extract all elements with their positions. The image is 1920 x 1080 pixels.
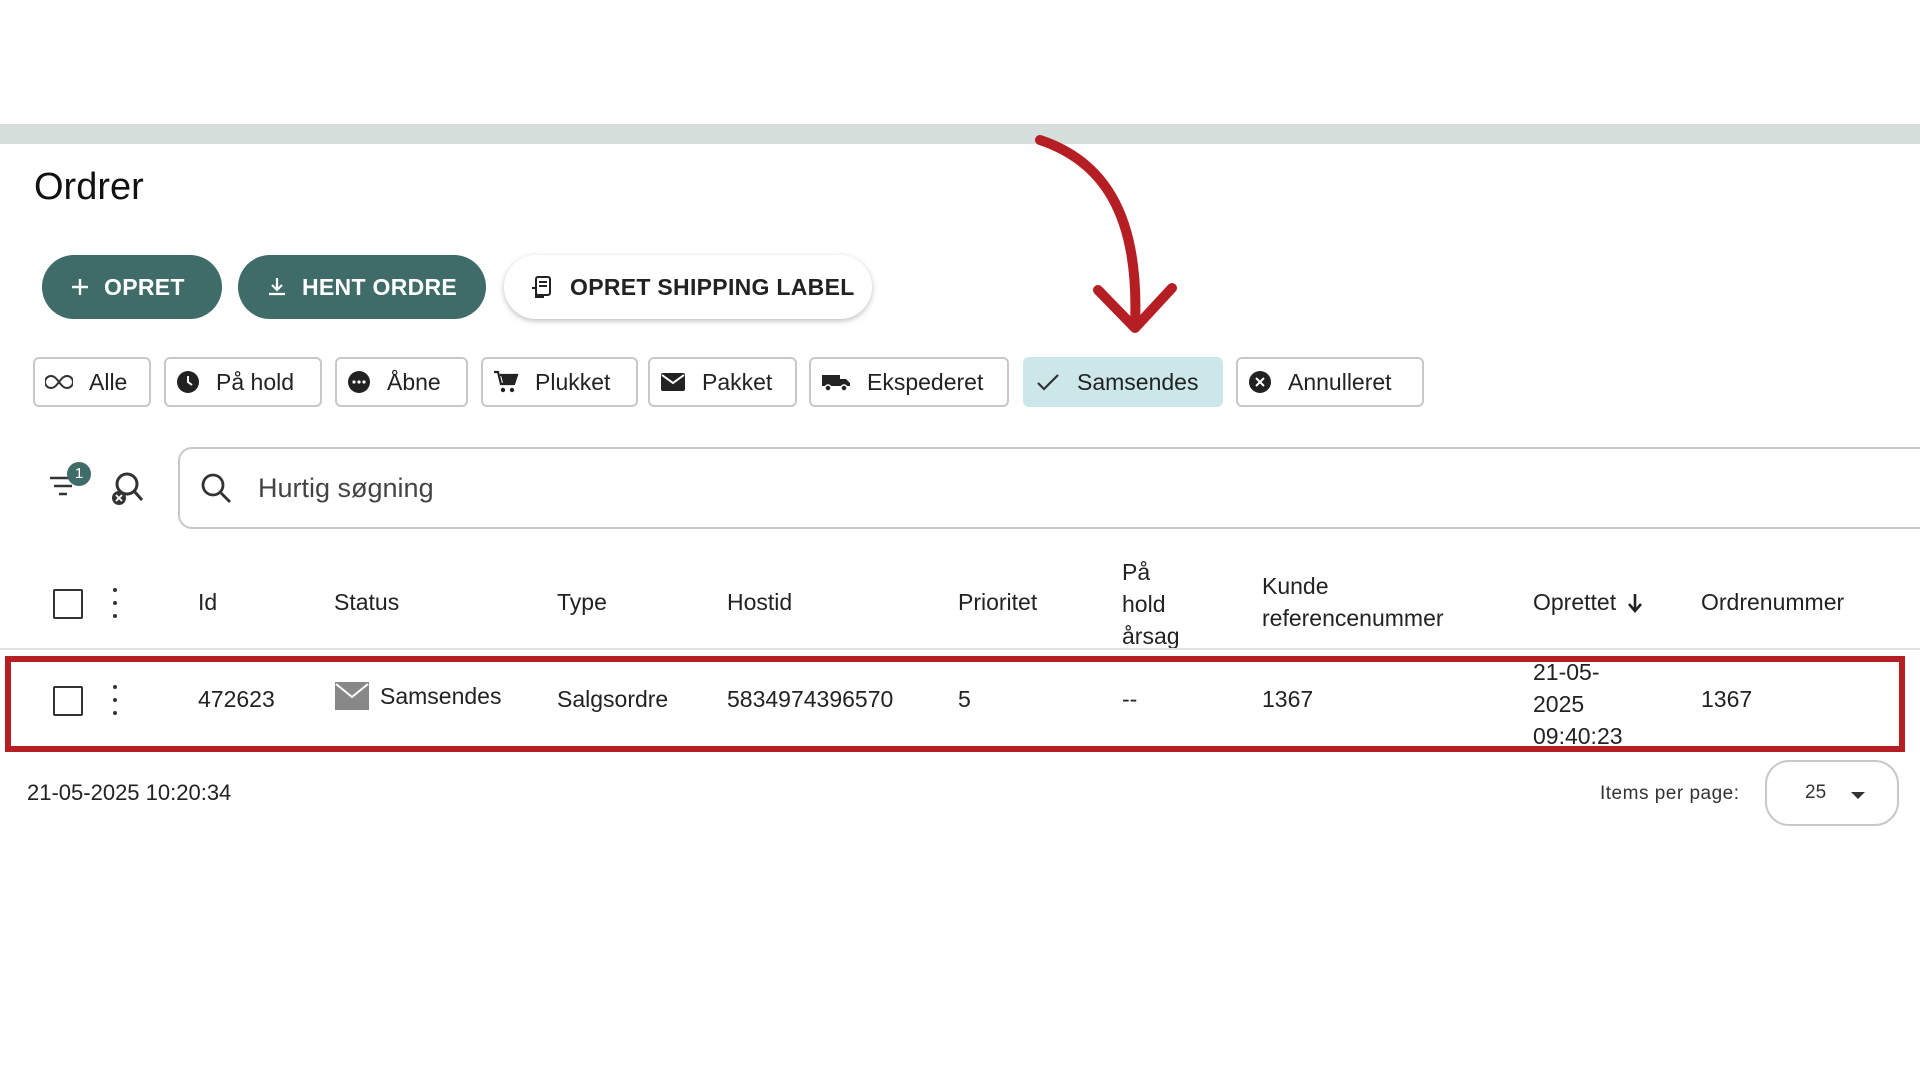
top-bar [0,124,1920,144]
create-button-label: OPRET [104,273,185,300]
items-per-page-select[interactable]: 25 [1765,760,1899,826]
filter-chip-pakket[interactable]: Pakket [648,357,797,407]
plus-icon [72,279,88,295]
clear-search-icon[interactable] [110,470,146,508]
row-highlight-frame [5,656,1905,752]
column-header-customer-ref[interactable]: Kunde referencenummer [1262,570,1444,634]
filter-chip-plukket[interactable]: Plukket [481,357,638,407]
column-header-customer-ref-line: referencenummer [1262,605,1444,631]
create-shipping-label-button[interactable]: OPRET SHIPPING LABEL [504,255,872,319]
last-updated-timestamp: 21-05-2025 10:20:34 [27,780,232,805]
select-all-checkbox[interactable] [53,589,83,619]
column-header-type[interactable]: Type [557,589,607,616]
filter-chip-aabne[interactable]: Åbne [335,357,468,407]
dropdown-caret-icon [1851,792,1865,799]
check-icon [1037,374,1059,391]
column-header-status[interactable]: Status [334,589,399,616]
shipping-label-icon [532,276,551,298]
table-header-divider [0,648,1920,650]
filter-count-badge: 1 [67,462,91,486]
page-title: Ordrer [34,166,144,208]
filter-chip-label: Pakket [702,368,773,395]
more-circle-icon [348,371,370,393]
filter-chip-samsendes[interactable]: Samsendes [1023,357,1223,407]
quick-search-input[interactable] [256,471,1260,505]
column-header-hold-reason[interactable]: På hold årsag [1122,556,1180,652]
filter-chip-label: Annulleret [1288,368,1392,395]
cancel-circle-icon [1249,371,1271,393]
sort-descending-icon [1628,593,1643,613]
header-menu-kebab-icon[interactable] [112,588,118,618]
fetch-order-button-label: HENT ORDRE [302,273,458,300]
cart-icon [494,370,519,393]
column-header-hold-reason-line: På [1122,559,1151,585]
column-header-created[interactable]: Oprettet [1533,589,1644,616]
column-header-hostid[interactable]: Hostid [727,589,792,616]
envelope-icon [661,373,685,391]
items-per-page-label: Items per page: [1600,783,1740,804]
quick-search-field[interactable] [178,447,1920,529]
filter-chip-label: Åbne [387,368,441,395]
filter-chip-label: Plukket [535,368,611,395]
infinity-icon [45,374,73,390]
column-header-created-label: Oprettet [1533,589,1617,615]
column-header-priority[interactable]: Prioritet [958,589,1037,616]
filter-chip-label: Samsendes [1077,368,1199,395]
annotation-arrow-icon [1035,135,1177,333]
fetch-order-button[interactable]: HENT ORDRE [238,255,486,319]
column-header-hold-reason-line: hold [1122,591,1166,617]
filter-chip-annulleret[interactable]: Annulleret [1236,357,1424,407]
create-button[interactable]: OPRET [42,255,222,319]
column-header-customer-ref-line: Kunde [1262,573,1329,599]
create-shipping-label-button-label: OPRET SHIPPING LABEL [570,273,855,300]
filter-chip-label: Ekspederet [867,368,984,395]
filter-chip-alle[interactable]: Alle [33,357,151,407]
filter-chip-paa-hold[interactable]: På hold [164,357,322,407]
download-icon [269,278,285,296]
filter-chip-ekspederet[interactable]: Ekspederet [809,357,1009,407]
filter-chip-label: På hold [216,368,295,395]
clock-icon [177,371,199,393]
filter-chip-label: Alle [89,368,128,395]
column-header-order-number[interactable]: Ordrenummer [1701,589,1844,616]
truck-icon [822,375,850,392]
column-header-id[interactable]: Id [198,589,217,616]
items-per-page-value: 25 [1805,782,1827,803]
search-icon [201,473,231,503]
